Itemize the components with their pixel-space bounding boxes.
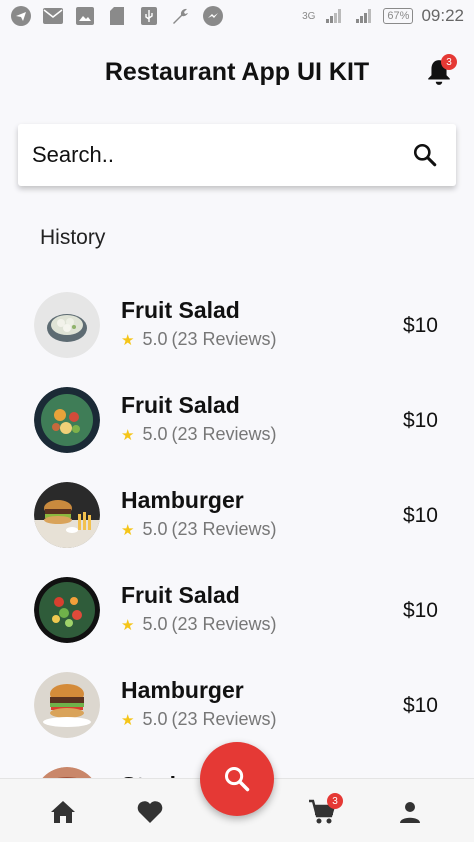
signal-icon bbox=[323, 5, 345, 27]
nav-profile[interactable] bbox=[395, 797, 425, 827]
notification-icons bbox=[10, 5, 224, 27]
item-name: Fruit Salad bbox=[121, 392, 240, 418]
food-image bbox=[34, 387, 100, 453]
usb-icon bbox=[138, 5, 160, 27]
rating-value: 5.0 bbox=[142, 614, 168, 634]
item-price: $10 bbox=[402, 599, 438, 622]
list-item[interactable]: Hamburger ★ 5.0 (23 Reviews) $10 bbox=[0, 670, 474, 740]
search-input[interactable]: Search.. bbox=[18, 124, 456, 186]
search-placeholder: Search.. bbox=[32, 142, 114, 167]
star-icon: ★ bbox=[121, 616, 135, 634]
cart-badge: 3 bbox=[327, 793, 343, 809]
rating-value: 5.0 bbox=[142, 424, 168, 444]
notification-badge: 3 bbox=[441, 54, 457, 70]
item-rating: ★ 5.0 (23 Reviews) bbox=[121, 709, 277, 730]
search-fab[interactable] bbox=[200, 742, 274, 816]
item-name: Fruit Salad bbox=[121, 582, 240, 608]
food-image bbox=[34, 672, 100, 738]
star-icon: ★ bbox=[121, 426, 135, 444]
search-icon[interactable] bbox=[412, 142, 438, 168]
search-icon bbox=[224, 766, 250, 792]
review-count: (23 Reviews) bbox=[171, 614, 277, 634]
star-icon: ★ bbox=[121, 331, 135, 349]
status-bar: 3G 67% 09:22 bbox=[0, 0, 474, 32]
item-price: $10 bbox=[402, 504, 438, 527]
food-image bbox=[34, 292, 100, 358]
app-header: Restaurant App UI KIT 3 bbox=[0, 52, 474, 92]
review-count: (23 Reviews) bbox=[171, 329, 277, 349]
item-name: Fruit Salad bbox=[121, 297, 240, 323]
star-icon: ★ bbox=[121, 711, 135, 729]
heart-icon bbox=[137, 801, 163, 823]
sd-card-icon bbox=[106, 5, 128, 27]
rating-value: 5.0 bbox=[142, 519, 168, 539]
item-price: $10 bbox=[402, 409, 438, 432]
signal-icon-2 bbox=[353, 5, 375, 27]
star-icon: ★ bbox=[121, 521, 135, 539]
home-icon bbox=[51, 801, 75, 823]
item-price: $10 bbox=[402, 694, 438, 717]
food-image bbox=[34, 482, 100, 548]
list-item[interactable]: Fruit Salad ★ 5.0 (23 Reviews) $10 bbox=[0, 575, 474, 645]
item-rating: ★ 5.0 (23 Reviews) bbox=[121, 519, 277, 540]
review-count: (23 Reviews) bbox=[171, 424, 277, 444]
clock: 09:22 bbox=[421, 6, 464, 25]
food-image bbox=[34, 577, 100, 643]
item-name: Hamburger bbox=[121, 487, 244, 513]
image-icon bbox=[74, 5, 96, 27]
list-item[interactable]: Fruit Salad ★ 5.0 (23 Reviews) $10 bbox=[0, 290, 474, 360]
item-price: $10 bbox=[402, 314, 438, 337]
battery-indicator: 67% bbox=[383, 8, 414, 24]
list-item[interactable]: Hamburger ★ 5.0 (23 Reviews) $10 bbox=[0, 480, 474, 550]
item-rating: ★ 5.0 (23 Reviews) bbox=[121, 424, 277, 445]
telegram-icon bbox=[10, 5, 32, 27]
person-icon bbox=[400, 802, 420, 823]
review-count: (23 Reviews) bbox=[171, 709, 277, 729]
rating-value: 5.0 bbox=[142, 329, 168, 349]
wrench-icon bbox=[170, 5, 192, 27]
item-rating: ★ 5.0 (23 Reviews) bbox=[121, 329, 277, 350]
section-title: History bbox=[40, 226, 106, 249]
rating-value: 5.0 bbox=[142, 709, 168, 729]
nav-home[interactable] bbox=[48, 797, 78, 827]
nav-favorites[interactable] bbox=[135, 797, 165, 827]
notification-button[interactable]: 3 bbox=[426, 54, 457, 86]
network-label: 3G bbox=[302, 10, 316, 22]
review-count: (23 Reviews) bbox=[171, 519, 277, 539]
item-name: Hamburger bbox=[121, 677, 244, 703]
page-title: Restaurant App UI KIT bbox=[104, 57, 370, 86]
nav-cart[interactable]: 3 bbox=[307, 793, 343, 827]
list-item[interactable]: Fruit Salad ★ 5.0 (23 Reviews) $10 bbox=[0, 385, 474, 455]
item-rating: ★ 5.0 (23 Reviews) bbox=[121, 614, 277, 635]
mail-icon bbox=[42, 5, 64, 27]
messenger-icon bbox=[202, 5, 224, 27]
system-status: 3G 67% 09:22 bbox=[302, 5, 464, 27]
